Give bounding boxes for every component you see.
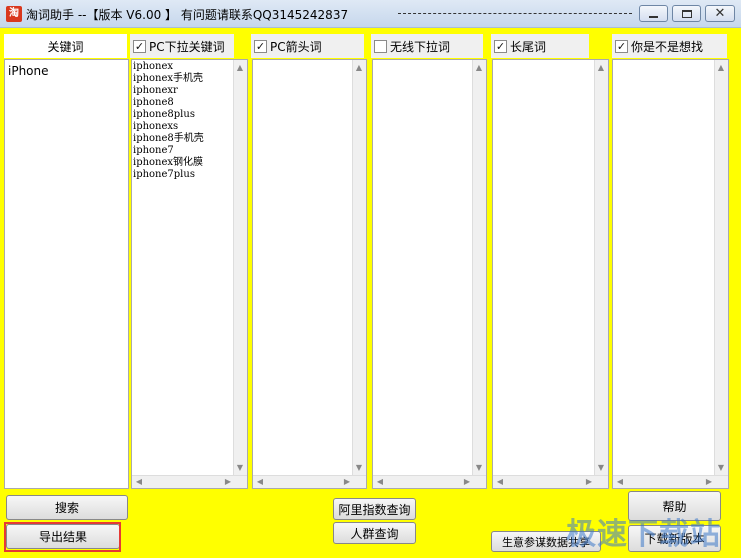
scroll-right-icon[interactable]: ▶ — [461, 477, 473, 487]
vertical-scrollbar[interactable]: ▲ ▼ — [714, 60, 728, 476]
scroll-left-icon[interactable]: ◀ — [614, 477, 626, 487]
close-icon: ✕ — [714, 6, 726, 21]
result-list-pc-arrow[interactable]: ▲ ▼ ◀ ▶ — [252, 59, 367, 489]
scroll-down-icon[interactable]: ▼ — [353, 463, 365, 473]
column-label: 长尾词 — [510, 39, 547, 54]
horizontal-scrollbar[interactable]: ◀ ▶ — [132, 475, 247, 488]
horizontal-scrollbar[interactable]: ◀ ▶ — [613, 475, 728, 488]
column-header-long-tail[interactable]: ✓ 长尾词 — [491, 34, 589, 58]
checkbox-did-you-mean[interactable]: ✓ — [615, 39, 628, 53]
title-bar[interactable]: 淘 淘词助手 --【版本 V6.00 】 有问题请联系QQ3145242837 … — [0, 0, 741, 28]
column-header-did-you-mean[interactable]: ✓ 你是不是想找 — [612, 34, 727, 58]
scroll-up-icon[interactable]: ▲ — [595, 63, 607, 73]
help-button[interactable]: 帮助 — [628, 491, 721, 521]
list-item[interactable]: iphone8plus — [133, 109, 204, 121]
keyword-header-label: 关键词 — [47, 39, 84, 54]
scroll-down-icon[interactable]: ▼ — [234, 463, 246, 473]
scroll-right-icon[interactable]: ▶ — [341, 477, 353, 487]
minimize-icon — [649, 15, 658, 18]
list-item[interactable]: iphone7plus — [133, 169, 204, 181]
scroll-right-icon[interactable]: ▶ — [703, 477, 715, 487]
column-label: PC箭头词 — [270, 39, 322, 54]
app-logo-icon: 淘 — [6, 6, 22, 22]
horizontal-scrollbar[interactable]: ◀ ▶ — [373, 475, 486, 488]
column-header-mobile-dropdown[interactable]: 无线下拉词 — [371, 34, 483, 58]
minimize-button[interactable] — [639, 5, 668, 22]
vertical-scrollbar[interactable]: ▲ ▼ — [233, 60, 247, 476]
scroll-up-icon[interactable]: ▲ — [353, 63, 365, 73]
scroll-up-icon[interactable]: ▲ — [473, 63, 485, 73]
result-list-pc-dropdown[interactable]: iphonex iphonex手机壳 iphonexr iphone8 ipho… — [131, 59, 248, 489]
scroll-down-icon[interactable]: ▼ — [715, 463, 727, 473]
checkbox-pc-dropdown[interactable]: ✓ — [133, 39, 146, 53]
keyword-column-header: 关键词 — [4, 34, 127, 58]
crowd-query-button[interactable]: 人群查询 — [333, 522, 416, 544]
keyword-input-box[interactable]: iPhone — [4, 59, 129, 489]
result-items: iphonex iphonex手机壳 iphonexr iphone8 ipho… — [133, 61, 204, 181]
list-item[interactable]: iphonexs — [133, 121, 204, 133]
column-header-pc-dropdown[interactable]: ✓ PC下拉关键词 — [130, 34, 234, 58]
ali-index-query-button[interactable]: 阿里指数查询 — [333, 498, 416, 520]
scroll-left-icon[interactable]: ◀ — [374, 477, 386, 487]
result-list-did-you-mean[interactable]: ▲ ▼ ◀ ▶ — [612, 59, 729, 489]
scroll-right-icon[interactable]: ▶ — [222, 477, 234, 487]
result-list-long-tail[interactable]: ▲ ▼ ◀ ▶ — [492, 59, 609, 489]
scroll-up-icon[interactable]: ▲ — [715, 63, 727, 73]
maximize-icon — [681, 9, 692, 18]
horizontal-scrollbar[interactable]: ◀ ▶ — [253, 475, 366, 488]
list-item[interactable]: iphone7 — [133, 145, 204, 157]
list-item[interactable]: iphonex钢化膜 — [133, 157, 204, 169]
horizontal-scrollbar[interactable]: ◀ ▶ — [493, 475, 608, 488]
vertical-scrollbar[interactable]: ▲ ▼ — [594, 60, 608, 476]
column-label: 你是不是想找 — [631, 39, 704, 54]
list-item[interactable]: iphone8手机壳 — [133, 133, 204, 145]
highlight-outline — [4, 522, 121, 552]
checkbox-long-tail[interactable]: ✓ — [494, 39, 507, 53]
vertical-scrollbar[interactable]: ▲ ▼ — [352, 60, 366, 476]
title-separator — [398, 13, 632, 14]
scroll-left-icon[interactable]: ◀ — [254, 477, 266, 487]
close-button[interactable]: ✕ — [705, 5, 735, 22]
checkbox-pc-arrow[interactable]: ✓ — [254, 39, 267, 53]
business-advisor-share-button[interactable]: 生意参谋数据共享 — [491, 531, 601, 552]
scroll-left-icon[interactable]: ◀ — [133, 477, 145, 487]
scroll-down-icon[interactable]: ▼ — [473, 463, 485, 473]
maximize-button[interactable] — [672, 5, 701, 22]
list-item[interactable]: iphonexr — [133, 85, 204, 97]
list-item[interactable]: iphonex — [133, 61, 204, 73]
scroll-down-icon[interactable]: ▼ — [595, 463, 607, 473]
column-label: 无线下拉词 — [390, 39, 451, 54]
vertical-scrollbar[interactable]: ▲ ▼ — [472, 60, 486, 476]
scroll-up-icon[interactable]: ▲ — [234, 63, 246, 73]
download-new-version-button[interactable]: 下载新版本 — [628, 525, 721, 552]
scroll-right-icon[interactable]: ▶ — [583, 477, 595, 487]
keyword-item: iPhone — [8, 64, 49, 78]
window-title: 淘词助手 --【版本 V6.00 】 有问题请联系QQ3145242837 — [26, 8, 349, 22]
column-label: PC下拉关键词 — [149, 39, 225, 54]
search-button[interactable]: 搜索 — [6, 495, 128, 520]
list-item[interactable]: iphonex手机壳 — [133, 73, 204, 85]
scroll-left-icon[interactable]: ◀ — [494, 477, 506, 487]
list-item[interactable]: iphone8 — [133, 97, 204, 109]
column-header-pc-arrow[interactable]: ✓ PC箭头词 — [251, 34, 364, 58]
checkbox-mobile-dropdown[interactable] — [374, 39, 387, 53]
result-list-mobile-dropdown[interactable]: ▲ ▼ ◀ ▶ — [372, 59, 487, 489]
